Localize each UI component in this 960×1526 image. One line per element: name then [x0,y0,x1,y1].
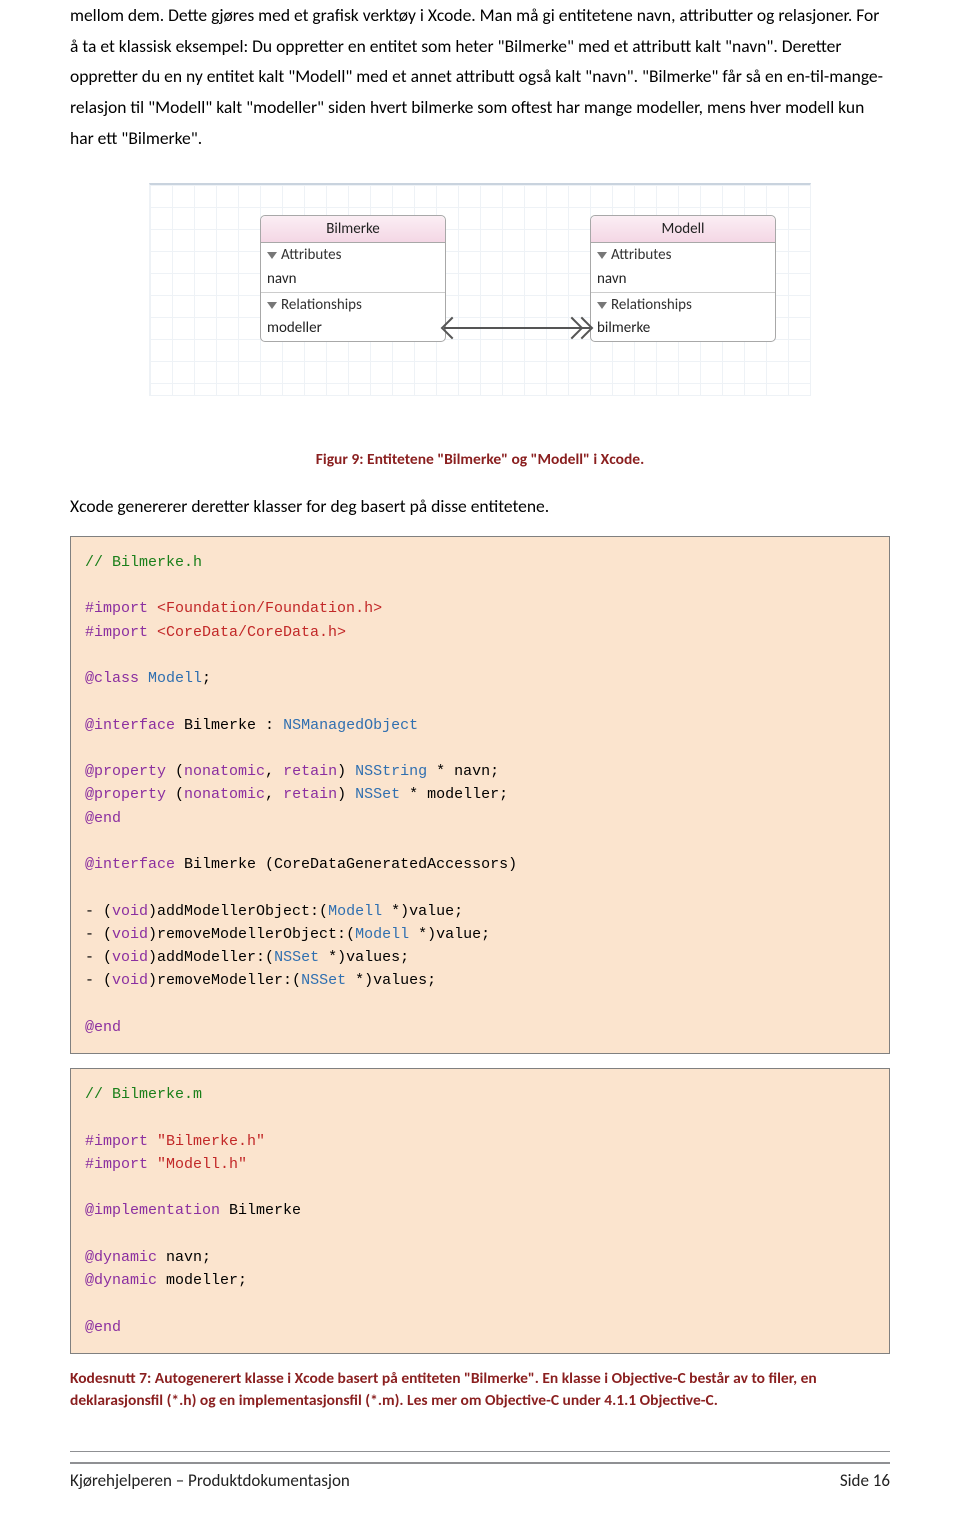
code-keyword: @end [85,1319,121,1336]
footer-left: Kjørehjelperen – Produktdokumentasjon [70,1466,350,1496]
code-text: *)values; [346,972,436,989]
code-keyword: #import [85,1156,148,1173]
code-keyword: void [112,926,148,943]
entity-title: Modell [591,216,775,243]
chevron-down-icon [597,302,607,309]
code-string: <Foundation/Foundation.h> [157,600,382,617]
code-keyword: @dynamic [85,1249,157,1266]
code-keyword: retain [283,763,337,780]
code-keyword: @end [85,1019,121,1036]
chevron-down-icon [597,252,607,259]
relationships-header: Relationships [591,293,775,317]
code-text: * modeller; [409,786,508,803]
code-text: Bilmerke (CoreDataGeneratedAccessors) [184,856,517,873]
code-text: *)values; [319,949,409,966]
entity-bilmerke: Bilmerke Attributes navn Relationships m… [260,215,446,342]
relationships-label: Relationships [281,295,362,315]
relationship-item: modeller [261,317,445,341]
code-keyword: @dynamic [85,1272,157,1289]
attributes-header: Attributes [591,243,775,267]
code-keyword: void [112,903,148,920]
code-class: NSSet [301,972,346,989]
code-text: * navn; [436,763,499,780]
code-keyword: @class [85,670,139,687]
code-keyword: @end [85,810,121,827]
code-class: NSString [355,763,427,780]
code-keyword: nonatomic [184,763,265,780]
relationships-label: Relationships [611,295,692,315]
code-block-impl: // Bilmerke.m #import "Bilmerke.h" #impo… [70,1068,890,1354]
code-text: , [265,763,274,780]
code-text: *)value; [382,903,463,920]
code-text: Bilmerke [229,1202,301,1219]
code-keyword: @interface [85,717,175,734]
code-text: )addModeller:( [148,949,274,966]
code-text: navn; [166,1249,211,1266]
code-text: - ( [85,926,112,943]
code-text: ) [337,763,346,780]
code-text: ( [175,763,184,780]
code-comment: // Bilmerke.m [85,1086,202,1103]
code-keyword: void [112,949,148,966]
code-string: <CoreData/CoreData.h> [157,624,346,641]
after-figure-text: Xcode genererer deretter klasser for deg… [70,491,890,522]
code-text: )removeModellerObject:( [148,926,355,943]
attributes-label: Attributes [281,245,341,265]
diagram-container: Bilmerke Attributes navn Relationships m… [70,183,890,396]
code-class: Modell [328,903,382,920]
chevron-down-icon [267,252,277,259]
code-class: NSManagedObject [283,717,418,734]
code-text: - ( [85,972,112,989]
code-keyword: retain [283,786,337,803]
code-keyword: nonatomic [184,786,265,803]
code-keyword: void [112,972,148,989]
code-text: *)value; [409,926,490,943]
footer-rule [70,1451,890,1452]
code-class: Modell [355,926,409,943]
code-class: Modell [148,670,202,687]
entity-modell: Modell Attributes navn Relationships bil… [590,215,776,342]
code-class: NSSet [355,786,400,803]
code-text: )removeModeller:( [148,972,301,989]
diagram-grid: Bilmerke Attributes navn Relationships m… [149,183,811,396]
page: mellom dem. Dette gjøres med et grafisk … [0,0,960,1526]
code-keyword: @property [85,763,166,780]
attribute-item: navn [591,268,775,292]
code-keyword: #import [85,624,148,641]
figure-caption: Figur 9: Entitetene "Bilmerke" og "Model… [70,446,890,473]
relationship-item: bilmerke [591,317,775,341]
entity-title: Bilmerke [261,216,445,243]
code-text: Bilmerke : [184,717,274,734]
code-keyword: @property [85,786,166,803]
snippet-caption: Kodesnutt 7: Autogenerert klasse i Xcode… [70,1368,890,1411]
body-paragraph: mellom dem. Dette gjøres med et grafisk … [70,0,890,153]
footer-right: Side 16 [840,1466,890,1496]
code-block-header: // Bilmerke.h #import <Foundation/Founda… [70,536,890,1054]
code-keyword: @implementation [85,1202,220,1219]
code-keyword: #import [85,1133,148,1150]
code-text: )addModellerObject:( [148,903,328,920]
page-footer: Kjørehjelperen – Produktdokumentasjon Si… [70,1462,890,1496]
code-keyword: @interface [85,856,175,873]
code-string: "Bilmerke.h" [157,1133,265,1150]
attributes-header: Attributes [261,243,445,267]
code-string: "Modell.h" [157,1156,247,1173]
attribute-item: navn [261,268,445,292]
code-text: ( [175,786,184,803]
relationships-header: Relationships [261,293,445,317]
code-keyword: #import [85,600,148,617]
code-text: modeller; [166,1272,247,1289]
code-text: ) [337,786,346,803]
chevron-down-icon [267,302,277,309]
code-text: , [265,786,274,803]
attributes-label: Attributes [611,245,671,265]
code-comment: // Bilmerke.h [85,554,202,571]
code-text: - ( [85,903,112,920]
code-text: - ( [85,949,112,966]
code-class: NSSet [274,949,319,966]
